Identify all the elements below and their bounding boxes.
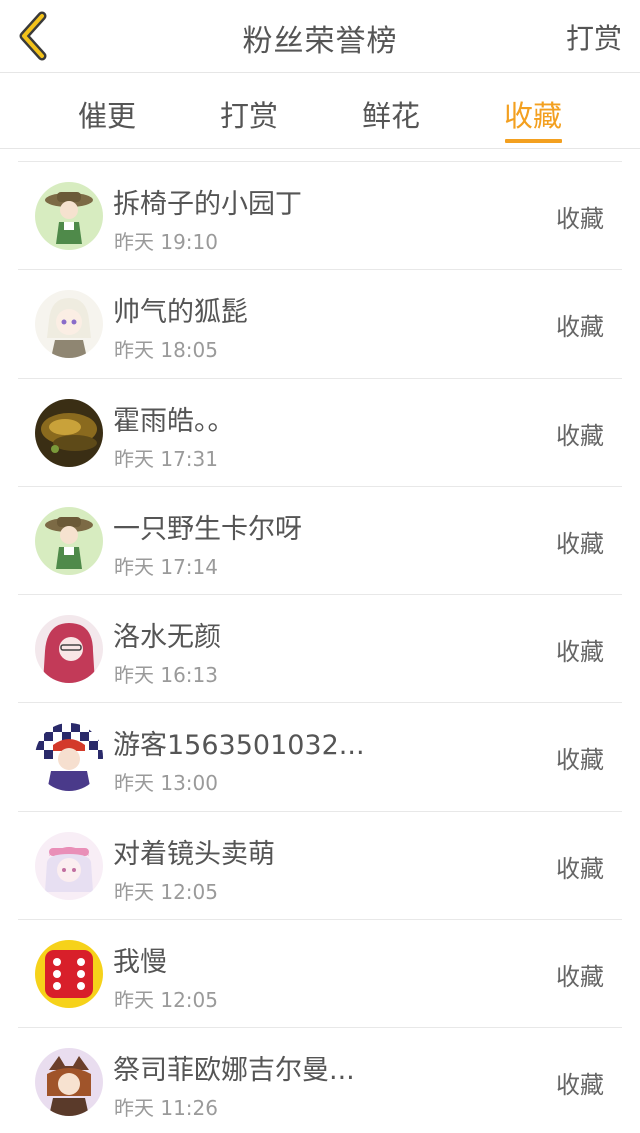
list-item[interactable]: 一只野生卡尔呀 昨天 17:14 收藏	[18, 487, 622, 596]
list-item[interactable]: 帅气的狐髭 昨天 18:05 收藏	[18, 270, 622, 379]
tab-reward[interactable]: 打赏	[204, 93, 294, 135]
action-label: 收藏	[556, 313, 604, 342]
list-item[interactable]: 霍雨皓。。 昨天 17:31 收藏	[18, 379, 622, 487]
fan-name: 游客1563501032...	[113, 730, 365, 762]
action-label: 收藏	[556, 205, 604, 233]
action-label: 收藏	[556, 421, 604, 450]
fan-name: 一只野生卡尔呀	[113, 513, 302, 545]
tab-flowers[interactable]: 鲜花	[346, 93, 436, 135]
fan-time: 昨天 17:31	[114, 446, 218, 471]
avatar	[35, 831, 103, 900]
fan-list: 拆椅子的小园丁 昨天 19:10 收藏 帅气的狐髭 昨天 18:05 收藏 霍雨…	[18, 161, 622, 1133]
fan-name: 洛水无颜	[113, 622, 221, 654]
list-item[interactable]: 我慢 昨天 12:05 收藏	[18, 920, 622, 1029]
reward-button[interactable]: 打赏	[566, 17, 622, 57]
fan-time: 昨天 13:00	[114, 771, 218, 796]
fan-time: 昨天 11:26	[114, 1096, 218, 1121]
tab-bar: 催更 打赏 鲜花 收藏	[0, 73, 640, 149]
avatar	[35, 615, 103, 684]
fan-name: 帅气的狐髭	[113, 297, 248, 329]
list-item[interactable]: 拆椅子的小园丁 昨天 19:10 收藏	[18, 162, 622, 271]
active-tab-indicator	[505, 139, 562, 143]
fan-time: 昨天 17:14	[114, 554, 218, 579]
fan-time: 昨天 18:05	[114, 338, 218, 363]
list-item[interactable]: 游客1563501032... 昨天 13:00 收藏	[18, 703, 622, 812]
avatar	[35, 506, 103, 575]
avatar	[35, 398, 103, 467]
avatar	[35, 1048, 103, 1117]
fan-time: 昨天 12:05	[114, 988, 218, 1013]
action-label: 收藏	[556, 746, 604, 775]
action-label: 收藏	[556, 963, 604, 992]
list-item[interactable]: 祭司菲欧娜吉尔曼... 昨天 11:26 收藏	[18, 1028, 622, 1133]
list-item[interactable]: 对着镜头卖萌 昨天 12:05 收藏	[18, 812, 622, 921]
avatar	[35, 182, 103, 250]
fan-name: 对着镜头卖萌	[113, 838, 275, 870]
avatar	[35, 290, 103, 359]
action-label: 收藏	[556, 638, 604, 667]
fan-time: 昨天 16:13	[114, 663, 218, 688]
page-title: 粉丝荣誉榜	[242, 24, 398, 59]
top-bar: 粉丝荣誉榜 打赏	[0, 0, 640, 73]
fan-time: 昨天 12:05	[114, 879, 218, 904]
tab-urge[interactable]: 催更	[62, 93, 152, 135]
avatar	[35, 723, 103, 792]
action-label: 收藏	[556, 1071, 604, 1100]
tab-favorites[interactable]: 收藏	[488, 93, 578, 135]
list-item[interactable]: 洛水无颜 昨天 16:13 收藏	[18, 595, 622, 704]
fan-name: 拆椅子的小园丁	[113, 189, 302, 220]
action-label: 收藏	[556, 529, 604, 558]
fan-name: 祭司菲欧娜吉尔曼...	[113, 1055, 355, 1087]
fan-time: 昨天 19:10	[114, 230, 218, 254]
fan-name: 我慢	[113, 947, 167, 979]
action-label: 收藏	[556, 854, 604, 883]
fan-name: 霍雨皓。。	[113, 405, 235, 437]
avatar	[35, 940, 103, 1009]
